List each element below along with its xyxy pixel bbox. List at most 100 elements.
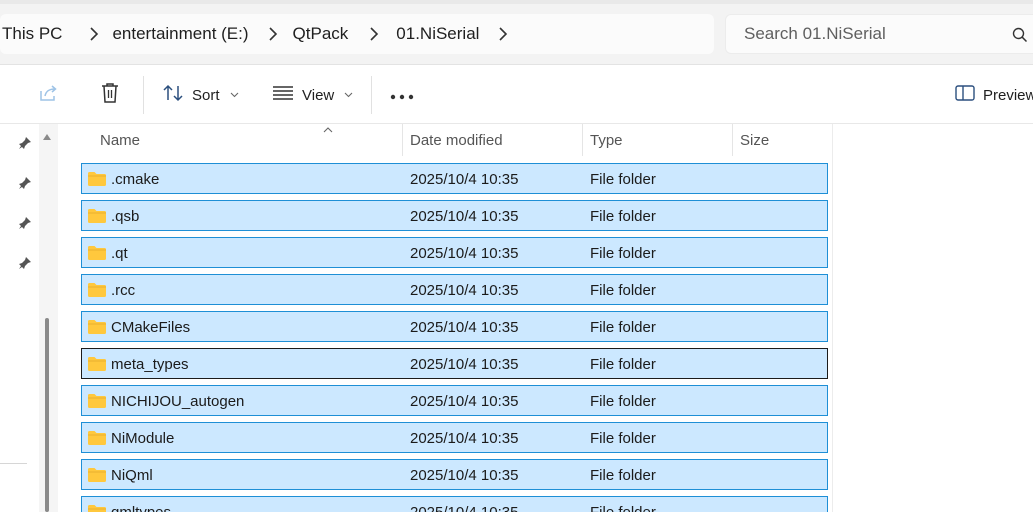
folder-icon <box>87 171 107 191</box>
file-name[interactable]: meta_types <box>111 356 189 373</box>
file-date-modified: 2025/10/4 10:35 <box>410 393 519 410</box>
preview-label: Preview <box>983 86 1033 104</box>
view-button[interactable]: View <box>272 66 353 124</box>
chevron-down-icon <box>344 92 353 98</box>
preview-pane-icon <box>955 85 975 105</box>
sort-ascending-icon <box>323 120 333 137</box>
scroll-up-icon[interactable] <box>42 128 52 146</box>
sort-label: Sort <box>192 86 220 104</box>
more-icon <box>390 87 414 104</box>
preview-pane-button[interactable]: Preview <box>955 66 1033 124</box>
address-strip: This PC entertainment (E:) QtPack 01.NiS… <box>0 0 1033 65</box>
column-right-edge <box>832 124 833 512</box>
search-box[interactable]: Search 01.NiSerial <box>725 14 1033 54</box>
file-date-modified: 2025/10/4 10:35 <box>410 319 519 336</box>
file-name[interactable]: .qt <box>111 245 128 262</box>
nav-scrollbar-thumb[interactable] <box>45 318 49 512</box>
folder-icon <box>87 393 107 413</box>
folder-icon <box>87 282 107 302</box>
file-name[interactable]: .qsb <box>111 208 139 225</box>
nav-divider <box>0 463 27 464</box>
file-type: File folder <box>590 282 656 299</box>
file-name[interactable]: qmltypes <box>111 504 171 512</box>
folder-icon <box>87 245 107 265</box>
file-row[interactable]: .rcc 2025/10/4 10:35 File folder <box>81 274 828 305</box>
toolbar-separator <box>371 76 372 114</box>
more-options-button[interactable] <box>390 66 414 124</box>
file-name[interactable]: CMakeFiles <box>111 319 190 336</box>
file-name[interactable]: .rcc <box>111 282 135 299</box>
file-row[interactable]: meta_types 2025/10/4 10:35 File folder <box>81 348 828 379</box>
pin-icon[interactable] <box>18 176 32 195</box>
view-icon <box>272 85 294 105</box>
file-type: File folder <box>590 356 656 373</box>
chevron-right-icon[interactable] <box>364 27 384 41</box>
pin-icon[interactable] <box>18 216 32 235</box>
title-bar-edge <box>0 0 1033 4</box>
breadcrumb[interactable]: This PC entertainment (E:) QtPack 01.NiS… <box>0 14 714 54</box>
file-row[interactable]: .qsb 2025/10/4 10:35 File folder <box>81 200 828 231</box>
file-row[interactable]: .cmake 2025/10/4 10:35 File folder <box>81 163 828 194</box>
file-type: File folder <box>590 430 656 447</box>
file-name[interactable]: NICHIJOU_autogen <box>111 393 244 410</box>
column-headers: Name Date modified Type Size <box>82 124 833 156</box>
search-icon[interactable] <box>1012 27 1028 48</box>
file-type: File folder <box>590 319 656 336</box>
breadcrumb-this-pc[interactable]: This PC <box>2 24 62 44</box>
chevron-down-icon <box>230 92 239 98</box>
delete-button[interactable] <box>100 66 120 124</box>
view-label: View <box>302 86 335 104</box>
file-name[interactable]: NiQml <box>111 467 153 484</box>
search-placeholder[interactable]: Search 01.NiSerial <box>744 24 886 44</box>
breadcrumb-drive[interactable]: entertainment (E:) <box>112 24 248 44</box>
column-separator[interactable] <box>582 124 583 156</box>
column-header-name[interactable]: Name <box>100 124 140 156</box>
file-date-modified: 2025/10/4 10:35 <box>410 208 519 225</box>
file-date-modified: 2025/10/4 10:35 <box>410 356 519 373</box>
file-name[interactable]: NiModule <box>111 430 174 447</box>
file-row[interactable]: qmltypes 2025/10/4 10:35 File folder <box>81 496 828 512</box>
file-row[interactable]: .qt 2025/10/4 10:35 File folder <box>81 237 828 268</box>
file-type: File folder <box>590 208 656 225</box>
file-type: File folder <box>590 504 656 512</box>
chevron-right-icon[interactable] <box>493 27 513 41</box>
breadcrumb-qtpack[interactable]: QtPack <box>293 24 349 44</box>
delete-icon <box>100 82 120 108</box>
folder-icon <box>87 319 107 339</box>
chevron-right-icon[interactable] <box>263 27 283 41</box>
file-date-modified: 2025/10/4 10:35 <box>410 282 519 299</box>
sort-button[interactable]: Sort <box>162 66 239 124</box>
file-type: File folder <box>590 245 656 262</box>
folder-icon <box>87 504 107 512</box>
share-button[interactable] <box>38 66 60 124</box>
folder-icon <box>87 356 107 376</box>
toolbar-separator <box>143 76 144 114</box>
column-separator[interactable] <box>402 124 403 156</box>
sort-icon <box>162 84 184 106</box>
file-type: File folder <box>590 393 656 410</box>
column-header-size[interactable]: Size <box>740 124 769 156</box>
chevron-right-icon[interactable] <box>84 27 104 41</box>
file-date-modified: 2025/10/4 10:35 <box>410 430 519 447</box>
folder-icon <box>87 208 107 228</box>
folder-icon <box>87 430 107 450</box>
file-row[interactable]: NiModule 2025/10/4 10:35 File folder <box>81 422 828 453</box>
pin-icon[interactable] <box>18 256 32 275</box>
file-row[interactable]: CMakeFiles 2025/10/4 10:35 File folder <box>81 311 828 342</box>
command-bar: Sort View Preview <box>0 66 1033 124</box>
file-type: File folder <box>590 467 656 484</box>
file-date-modified: 2025/10/4 10:35 <box>410 245 519 262</box>
column-header-type[interactable]: Type <box>590 124 623 156</box>
file-name[interactable]: .cmake <box>111 171 159 188</box>
breadcrumb-current-folder[interactable]: 01.NiSerial <box>396 24 479 44</box>
file-date-modified: 2025/10/4 10:35 <box>410 504 518 512</box>
file-row[interactable]: NICHIJOU_autogen 2025/10/4 10:35 File fold… <box>81 385 828 416</box>
column-header-date[interactable]: Date modified <box>410 124 503 156</box>
column-separator[interactable] <box>732 124 733 156</box>
file-date-modified: 2025/10/4 10:35 <box>410 467 519 484</box>
file-row[interactable]: NiQml 2025/10/4 10:35 File folder <box>81 459 828 490</box>
file-type: File folder <box>590 171 656 188</box>
file-date-modified: 2025/10/4 10:35 <box>410 171 519 188</box>
folder-icon <box>87 467 107 487</box>
pin-icon[interactable] <box>18 136 32 155</box>
